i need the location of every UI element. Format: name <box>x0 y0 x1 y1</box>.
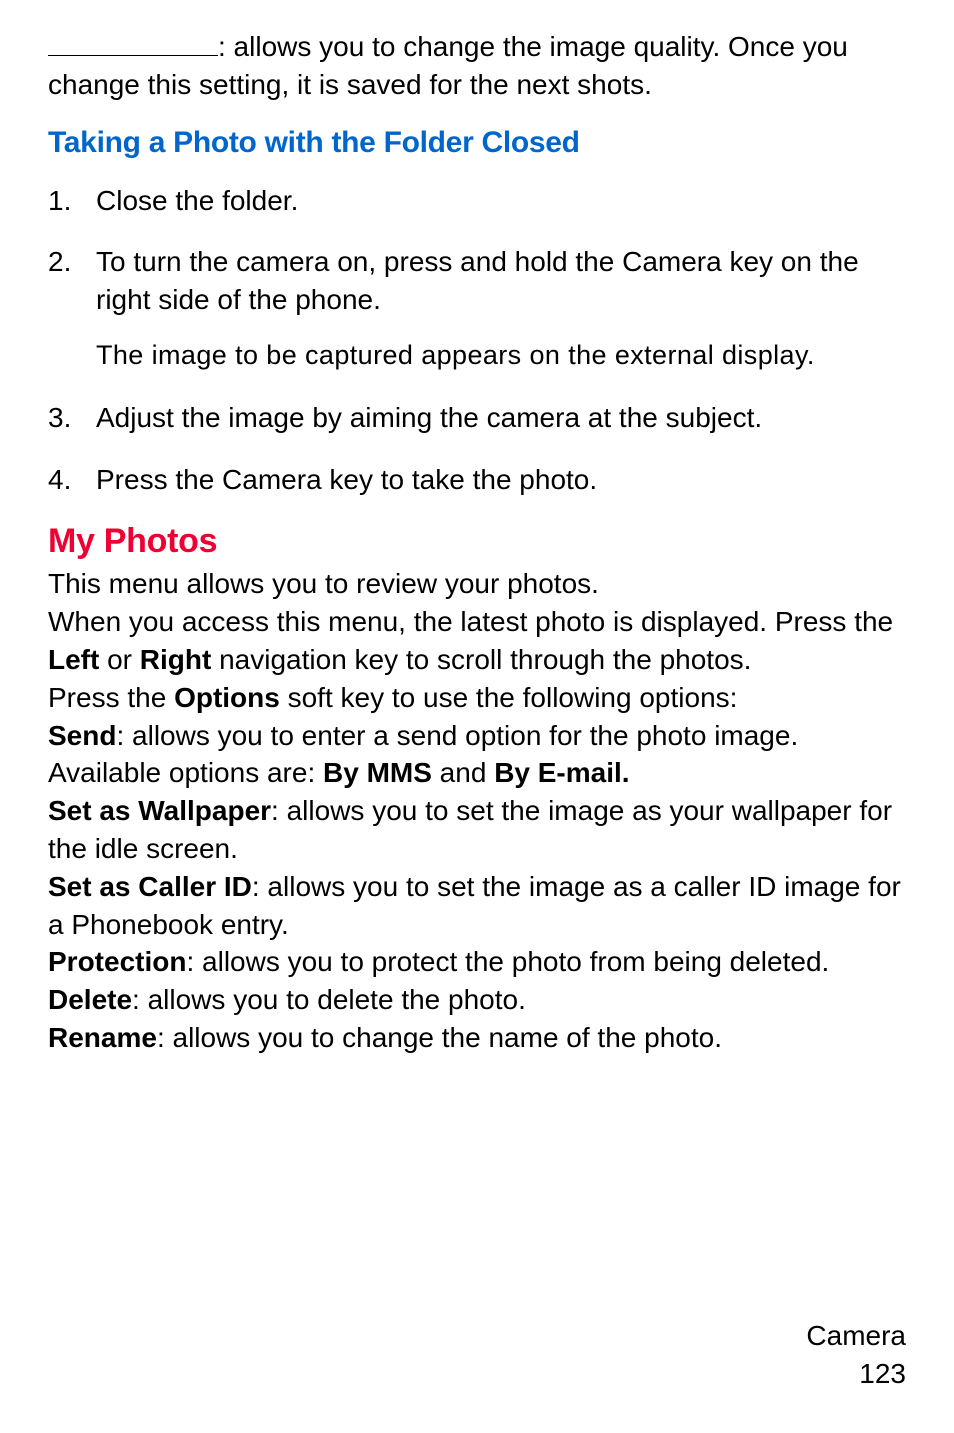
intro-paragraph: : allows you to change the image quality… <box>48 28 906 104</box>
options-softkey-label: Options <box>174 682 280 713</box>
option-callerid: Set as Caller ID: allows you to set the … <box>48 868 906 944</box>
step-number: 2. <box>48 243 96 374</box>
step-number: 4. <box>48 461 96 499</box>
step-2: 2. To turn the camera on, press and hold… <box>48 243 906 374</box>
option-send: Send: allows you to enter a send option … <box>48 717 906 793</box>
step-4: 4. Press the Camera key to take the phot… <box>48 461 906 499</box>
protection-label: Protection <box>48 946 186 977</box>
step-text: Adjust the image by aiming the camera at… <box>96 399 906 437</box>
delete-label: Delete <box>48 984 132 1015</box>
text-fragment: soft key to use the following options: <box>280 682 738 713</box>
text-fragment: When you access this menu, the latest ph… <box>48 606 893 637</box>
send-label: Send <box>48 720 116 751</box>
left-key-label: Left <box>48 644 99 675</box>
text-fragment: : allows you to change the name of the p… <box>157 1022 722 1053</box>
step-text: To turn the camera on, press and hold th… <box>96 246 859 315</box>
step-content: To turn the camera on, press and hold th… <box>96 243 906 374</box>
step-number: 3. <box>48 399 96 437</box>
text-fragment: : allows you to delete the photo. <box>132 984 526 1015</box>
blank-field-underline <box>48 55 218 56</box>
steps-list: 1. Close the folder. 2. To turn the came… <box>48 182 906 499</box>
rename-label: Rename <box>48 1022 157 1053</box>
step-3: 3. Adjust the image by aiming the camera… <box>48 399 906 437</box>
page-footer: Camera 123 <box>806 1317 906 1393</box>
step-text: Press the Camera key to take the photo. <box>96 461 906 499</box>
text-fragment: : allows you to protect the photo from b… <box>186 946 829 977</box>
footer-page-number: 123 <box>806 1355 906 1393</box>
text-fragment: navigation key to scroll through the pho… <box>211 644 751 675</box>
text-fragment: or <box>99 644 139 675</box>
option-delete: Delete: allows you to delete the photo. <box>48 981 906 1019</box>
option-wallpaper: Set as Wallpaper: allows you to set the … <box>48 792 906 868</box>
footer-section-name: Camera <box>806 1317 906 1355</box>
heading-my-photos: My Photos <box>48 522 906 561</box>
my-photos-content: This menu allows you to review your phot… <box>48 565 906 1056</box>
by-mms-label: By MMS <box>323 757 432 788</box>
by-email-label: By E-mail. <box>494 757 629 788</box>
myphotos-intro: This menu allows you to review your phot… <box>48 565 906 603</box>
option-rename: Rename: allows you to change the name of… <box>48 1019 906 1057</box>
myphotos-options-intro: Press the Options soft key to use the fo… <box>48 679 906 717</box>
text-fragment: Press the <box>48 682 174 713</box>
text-fragment: and <box>432 757 494 788</box>
myphotos-nav: When you access this menu, the latest ph… <box>48 603 906 679</box>
callerid-label: Set as Caller ID <box>48 871 252 902</box>
step-1: 1. Close the folder. <box>48 182 906 220</box>
right-key-label: Right <box>140 644 212 675</box>
step-note: The image to be captured appears on the … <box>96 337 906 375</box>
intro-text: : allows you to change the image quality… <box>48 31 848 100</box>
wallpaper-label: Set as Wallpaper <box>48 795 271 826</box>
heading-taking-photo: Taking a Photo with the Folder Closed <box>48 126 906 160</box>
step-text: Close the folder. <box>96 182 906 220</box>
option-protection: Protection: allows you to protect the ph… <box>48 943 906 981</box>
step-number: 1. <box>48 182 96 220</box>
